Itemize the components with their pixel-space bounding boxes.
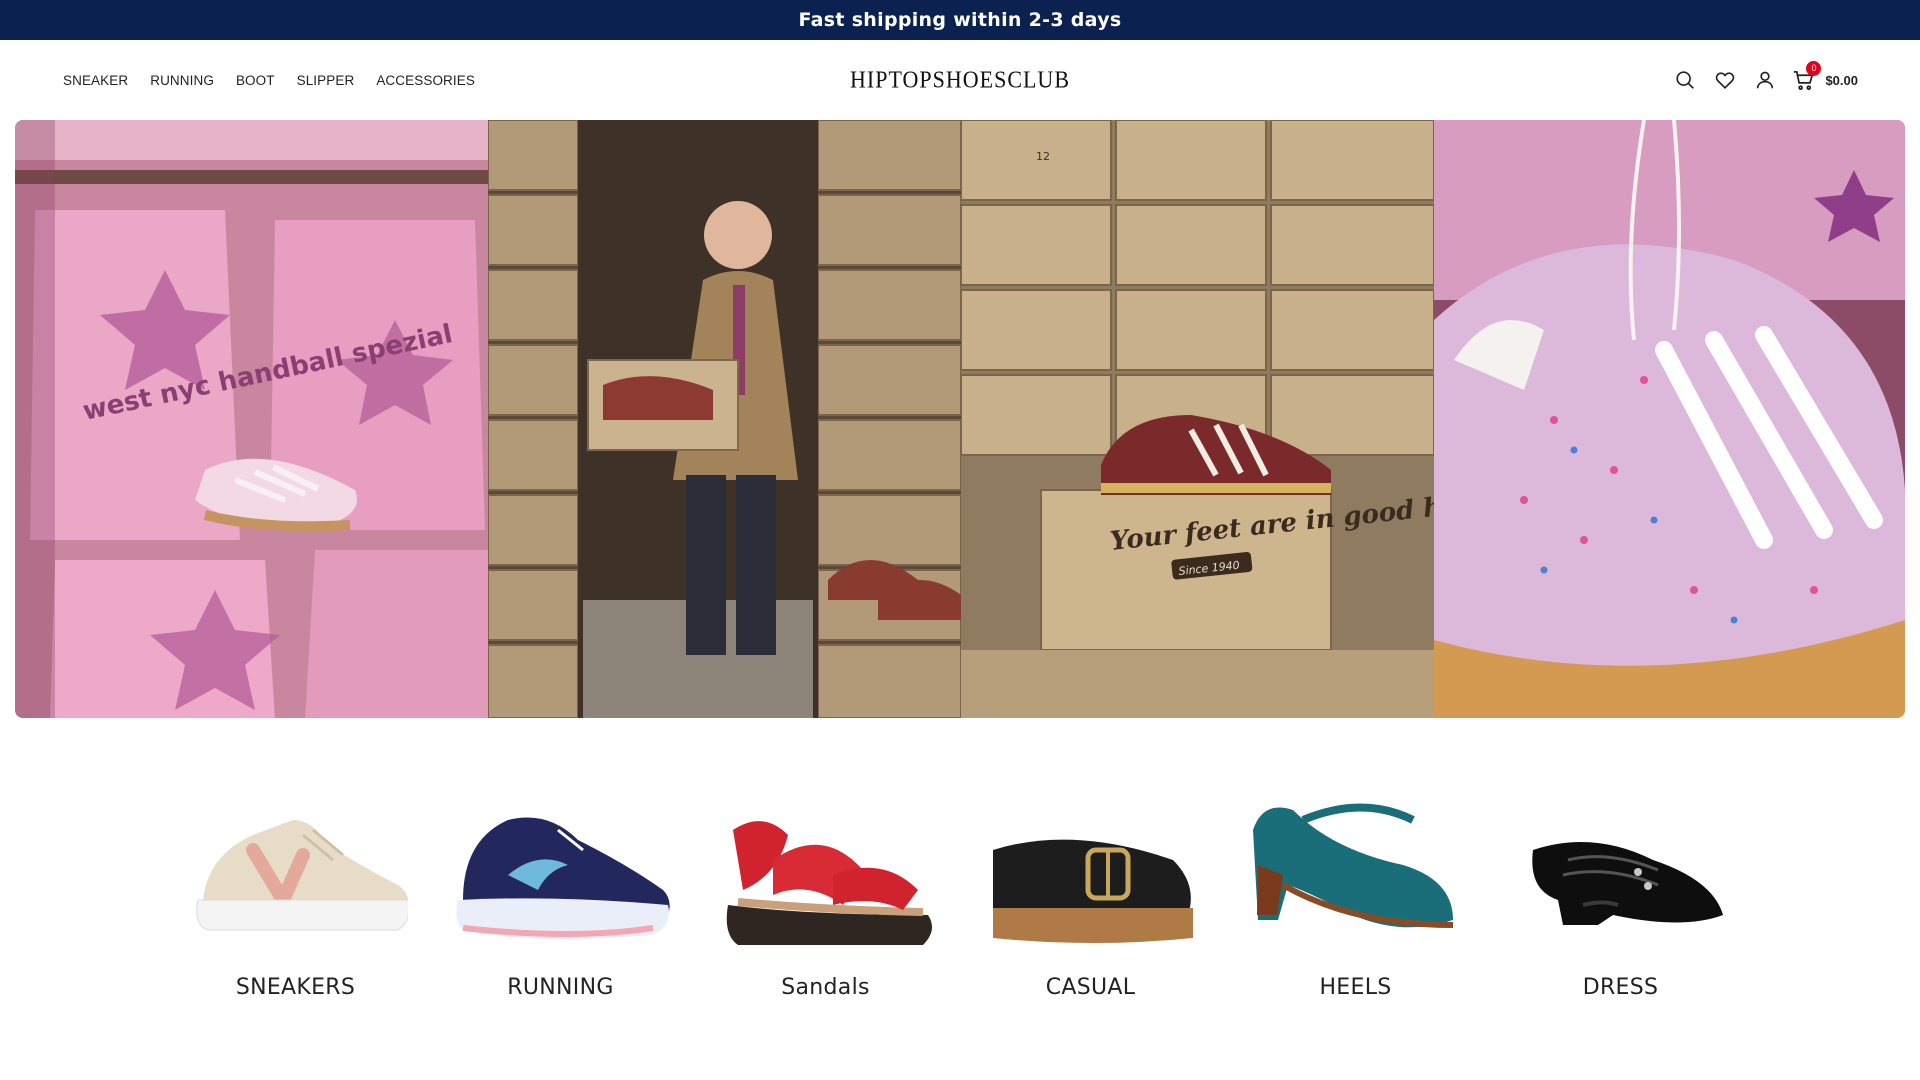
navy-running-shoe-icon [456,817,670,939]
cart-count-badge: 0 [1806,60,1822,76]
heart-icon[interactable] [1712,67,1738,93]
box-size-label: 12 [1036,150,1050,163]
nav-item-sneaker[interactable]: SNEAKER [63,73,128,88]
red-sandal-icon [726,821,932,945]
category-running[interactable]: RUNNING [428,780,693,1020]
site-header: SNEAKER RUNNING BOOT SLIPPER ACCESSORIES… [0,40,1920,120]
category-heels[interactable]: HEELS [1223,780,1488,1020]
nav-item-boot[interactable]: BOOT [236,73,275,88]
nav-item-running[interactable]: RUNNING [150,73,214,88]
hero-panel-red-sneaker-boxes[interactable]: 12 Your feet are in good hands Since 194… [961,120,1434,718]
category-label: SNEAKERS [235,975,356,1000]
hero-panel-knit-sneaker[interactable] [1434,120,1905,718]
user-icon[interactable] [1752,67,1778,93]
site-logo[interactable]: HIPTOPSHOESCLUB [850,62,1069,97]
category-label: Sandals [781,975,870,1000]
beige-sneaker-icon [196,820,408,931]
hero-banner: west nyc handball spezial 12 Your feet a… [15,120,1905,718]
announcement-bar: Fast shipping within 2-3 days [0,0,1920,40]
category-casual[interactable]: CASUAL [958,780,1223,1020]
cart-button[interactable]: 0 $0.00 [1792,60,1858,92]
hero-panel-pink-sneaker-packs[interactable]: west nyc handball spezial [15,120,488,718]
nav-item-accessories[interactable]: ACCESSORIES [376,73,475,88]
hero-panel-shoebox-warehouse[interactable] [488,120,961,718]
header-actions: 0 $0.00 [1658,40,1858,120]
black-clog-icon [993,839,1193,943]
category-label: RUNNING [507,975,614,1000]
category-sandals[interactable]: Sandals [693,780,958,1020]
shoebox-warehouse-man-image [488,120,961,718]
red-sneaker-boxes-image: 12 Your feet are in good hands Since 194… [961,120,1434,718]
announcement-text: Fast shipping within 2-3 days [798,9,1122,31]
pink-sneaker-packs-image: west nyc handball spezial [15,120,488,718]
cart-total: $0.00 [1825,72,1858,88]
teal-heel-icon [1253,803,1454,928]
search-icon[interactable] [1672,67,1698,93]
category-list: SNEAKERS RUNNING Sandals CASUAL HEELS DR… [163,780,1763,1020]
knit-sneaker-closeup-image [1434,120,1905,718]
category-label: CASUAL [1045,975,1136,1000]
category-label: HEELS [1319,975,1392,1000]
nav-item-slipper[interactable]: SLIPPER [297,73,355,88]
patent-dress-shoe-icon [1532,842,1723,925]
category-label: DRESS [1582,975,1659,1000]
main-nav: SNEAKER RUNNING BOOT SLIPPER ACCESSORIES [63,40,497,120]
category-dress[interactable]: DRESS [1488,780,1753,1020]
category-sneakers[interactable]: SNEAKERS [163,780,428,1020]
